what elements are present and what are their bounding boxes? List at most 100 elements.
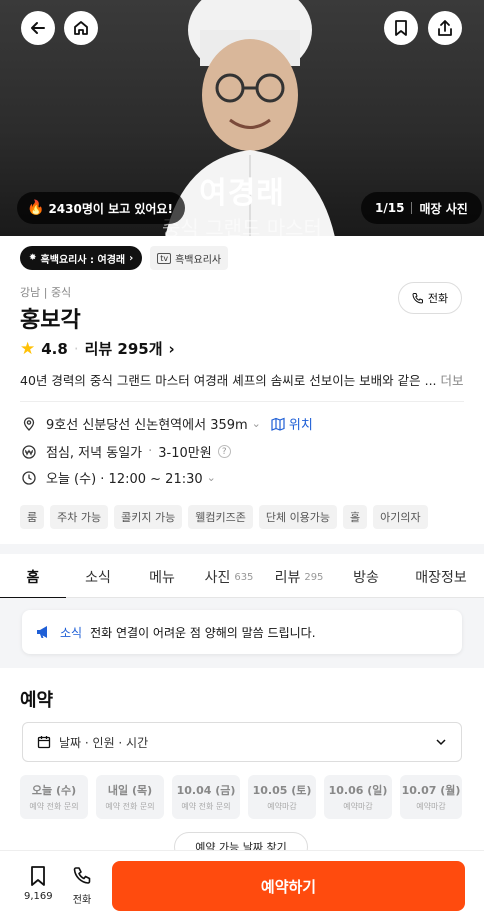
section-divider (0, 544, 484, 554)
bottom-bookmark-button[interactable]: 9,169 (24, 865, 53, 902)
tv-badge-label: 흑백요리사 (175, 254, 222, 266)
clock-icon (22, 470, 36, 485)
tag: 룸 (20, 505, 45, 529)
tab-home[interactable]: 홈 (0, 556, 66, 599)
notice-card[interactable]: 소식 전화 연결이 어려운 점 양해의 말씀 드립니다. (22, 610, 462, 654)
date-status: 예약마감 (267, 802, 297, 811)
reserve-button[interactable]: 예약하기 (112, 861, 465, 911)
date-label: 10.05 (토) (252, 784, 312, 797)
megaphone-icon (37, 626, 47, 638)
tag: 아기의자 (373, 505, 428, 529)
share-button[interactable] (428, 11, 462, 45)
viewers-badge: 🔥 2430명이 보고 있어요! (17, 192, 185, 224)
star-icon: ★ (20, 338, 36, 359)
date-chip[interactable]: 10.07 (월) 예약마감 (400, 775, 462, 819)
date-chip[interactable]: 10.04 (금) 예약 전화 문의 (172, 775, 240, 819)
date-status: 예약마감 (416, 802, 446, 811)
help-icon[interactable]: ? (217, 445, 231, 458)
tab-reviews[interactable]: 리뷰 295 (264, 556, 334, 598)
store-category: 강남 | 중식 (20, 286, 72, 299)
hero-image[interactable]: 여경래 중식 그랜드 마스터 🔥 2430명이 보고 있어요! 1/15 매장 … (0, 0, 484, 236)
separator-dot: · (148, 444, 153, 459)
calendar-icon (37, 736, 51, 749)
bookmark-button[interactable] (384, 11, 418, 45)
date-chip[interactable]: 10.06 (일) 예약마감 (324, 775, 392, 819)
call-button[interactable]: 전화 (398, 282, 462, 314)
review-count: 리뷰 295개 (84, 340, 163, 358)
tag: 콜키지 가능 (114, 505, 183, 529)
tab-label: 사진 (204, 570, 231, 586)
call-button-label: 전화 (427, 292, 449, 305)
date-status: 예약 전화 문의 (181, 802, 231, 811)
facility-tags: 룸 주차 가능 콜키지 가능 웰컴키즈존 단체 이용가능 홀 아기의자 (20, 505, 428, 529)
won-icon (22, 444, 36, 459)
divider (20, 401, 464, 402)
tab-menu[interactable]: 메뉴 (130, 556, 194, 598)
date-status: 예약 전화 문의 (105, 802, 155, 811)
tab-label: 홈 (26, 570, 40, 586)
chevron-right-icon: › (168, 339, 175, 358)
bottom-action-bar: 9,169 전화 예약하기 (0, 850, 484, 918)
chevron-right-icon: › (129, 252, 134, 264)
tag: 단체 이용가능 (258, 505, 338, 529)
date-chip[interactable]: 10.05 (토) 예약마감 (248, 775, 316, 819)
date-chips: 오늘 (수) 예약 전화 문의 내일 (목) 예약 전화 문의 10.04 (금… (20, 775, 462, 819)
price-meals: 점심, 저녁 동일가 (46, 446, 143, 461)
star-badge-icon: ✸ (29, 253, 37, 263)
rating-row[interactable]: ★ 4.8 · 리뷰 295개 › (20, 338, 175, 359)
description-text: 40년 경력의 중식 그랜드 마스터 여경래 셰프의 솜씨로 선보이는 보배와 … (20, 373, 437, 388)
bottom-call-button[interactable]: 전화 (72, 865, 92, 906)
tab-store-info[interactable]: 매장정보 (398, 556, 484, 598)
notice-label: 소식 (60, 625, 83, 640)
store-photo-label: 매장 사진 (419, 201, 468, 216)
chevron-down-icon: ⌄ (206, 471, 216, 484)
program-badge-label: 흑백요리사 : 여경래 (40, 254, 126, 266)
tv-badge[interactable]: tv 흑백요리사 (150, 246, 229, 270)
reservation-selector-text: 날짜 · 인원 · 시간 (59, 735, 149, 750)
chevron-down-icon: ⌄ (251, 417, 261, 430)
tab-photos[interactable]: 사진 635 (194, 556, 264, 598)
reservation-title: 예약 (20, 690, 54, 711)
rating-value: 4.8 (41, 339, 68, 358)
tab-label: 소식 (85, 570, 111, 586)
date-status: 예약마감 (343, 802, 373, 811)
phone-icon (412, 293, 423, 304)
back-arrow-icon (31, 22, 45, 34)
bookmark-icon (31, 866, 46, 886)
hours-text: 오늘 (수) · 12:00 ~ 21:30 (46, 472, 203, 487)
hours-row[interactable]: 오늘 (수) · 12:00 ~ 21:30 ⌄ (22, 468, 216, 487)
map-link-label: 위치 (288, 418, 313, 433)
reservation-selector[interactable]: 날짜 · 인원 · 시간 (22, 722, 462, 762)
back-button[interactable] (21, 11, 55, 45)
share-icon (438, 20, 452, 36)
bookmark-count: 9,169 (24, 891, 53, 902)
more-link[interactable]: 더보기 (441, 373, 464, 388)
map-link[interactable]: 위치 (271, 414, 313, 433)
store-description[interactable]: 40년 경력의 중식 그랜드 마스터 여경래 셰프의 솜씨로 선보이는 보배와 … (20, 370, 464, 389)
tab-label: 메뉴 (149, 570, 175, 586)
price-range: 3-10만원 (158, 446, 212, 461)
photo-counter-badge[interactable]: 1/15 매장 사진 (361, 192, 482, 224)
bookmark-icon (395, 20, 407, 36)
date-chip[interactable]: 내일 (목) 예약 전화 문의 (96, 775, 164, 819)
tab-label: 리뷰 (274, 570, 301, 586)
home-button[interactable] (64, 11, 98, 45)
tab-count: 295 (304, 571, 324, 583)
map-icon (271, 417, 285, 431)
tv-icon: tv (157, 252, 172, 264)
date-chip[interactable]: 오늘 (수) 예약 전화 문의 (20, 775, 88, 819)
photo-counter: 1/15 (375, 201, 405, 215)
tab-news[interactable]: 소식 (66, 556, 130, 598)
divider (411, 202, 413, 214)
notice-text: 전화 연결이 어려운 점 양해의 말씀 드립니다. (90, 625, 316, 640)
separator-dot: · (73, 339, 79, 358)
tag: 주차 가능 (50, 505, 109, 529)
location-row[interactable]: 9호선 신분당선 신논현역에서 359m ⌄ 위치 (22, 414, 313, 433)
tab-broadcast[interactable]: 방송 (334, 556, 398, 598)
store-name: 홍보각 (20, 308, 81, 333)
date-label: 10.06 (일) (328, 784, 388, 797)
viewers-text: 2430명이 보고 있어요! (48, 201, 173, 216)
tab-label: 방송 (353, 570, 379, 586)
phone-icon (73, 867, 91, 884)
program-badge[interactable]: ✸ 흑백요리사 : 여경래 › (20, 246, 143, 270)
